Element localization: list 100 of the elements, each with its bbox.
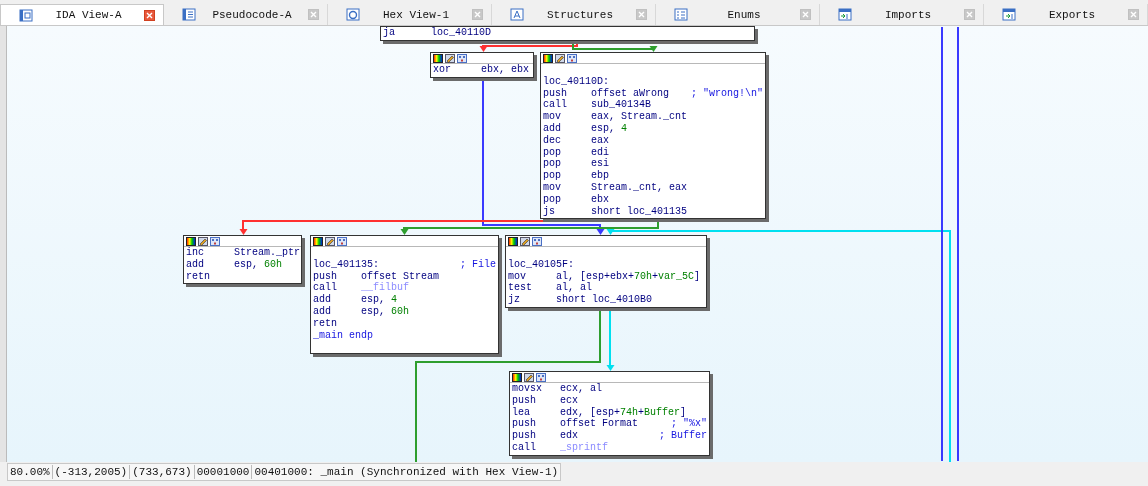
- pencil-icon[interactable]: [555, 54, 565, 63]
- instruction-mnemonic: js: [543, 205, 556, 218]
- instruction-operands: sub_40134B: [591, 99, 651, 112]
- close-icon: [801, 10, 810, 19]
- close-icon: [309, 10, 318, 19]
- list-icon: [674, 8, 688, 21]
- instruction-mnemonic: lea: [512, 406, 531, 418]
- code-block[interactable]: inc Stream._ptr add esp, 60h retn: [183, 235, 302, 285]
- graph-icon[interactable]: [532, 237, 542, 246]
- instruction-operands: ebx: [591, 193, 609, 206]
- graph-icon[interactable]: [536, 373, 546, 382]
- color-palette-icon[interactable]: [512, 373, 522, 382]
- code-block[interactable]: loc_401135: ; File push offset Stream call __filbuf add esp, 4 add esp, 60h retn _main endp: [310, 235, 499, 354]
- window-icon: [182, 8, 196, 21]
- instruction-mnemonic: movsx: [512, 383, 543, 395]
- instruction-mnemonic: pop: [543, 193, 562, 206]
- disc-icon: [346, 8, 360, 21]
- instruction-operands: esp, 4: [361, 294, 398, 306]
- instruction-mnemonic: xor: [433, 64, 452, 76]
- graph-icon[interactable]: [337, 237, 347, 246]
- instruction-mnemonic: push: [512, 430, 537, 442]
- close-button[interactable]: [144, 9, 155, 21]
- frame-icon: [510, 8, 524, 21]
- instruction-operands: al, [esp+ebx+70h+var_5C]: [556, 270, 701, 282]
- instruction-mnemonic: mov: [543, 181, 562, 194]
- instruction-mnemonic: add: [313, 294, 332, 306]
- instruction-operands: edx: [560, 430, 578, 442]
- graph-icon[interactable]: [567, 54, 577, 63]
- code-block[interactable]: movsx ecx, al push ecx lea edx, [esp+74h+Buffer] push offset Format ; "%x" push edx ; Buffer call _sprintf: [509, 371, 710, 456]
- instruction-operands: loc_40110D: [431, 27, 491, 39]
- instruction-mnemonic: retn: [313, 317, 338, 330]
- code-label: loc_40105F:: [508, 258, 574, 271]
- code-comment: ; "%x": [670, 418, 707, 430]
- pencil-icon[interactable]: [520, 237, 530, 246]
- color-palette-icon[interactable]: [433, 54, 443, 63]
- instruction-mnemonic: push: [512, 394, 537, 407]
- instruction-mnemonic: test: [508, 282, 533, 294]
- code-comment: ; File: [459, 258, 496, 271]
- instruction-mnemonic: dec: [543, 134, 562, 147]
- close-icon: [145, 10, 154, 20]
- instruction-operands: _sprintf: [560, 442, 608, 454]
- instruction-operands: esp, 60h: [234, 258, 283, 271]
- instruction-operands: offset aWrong: [591, 87, 669, 99]
- instruction-mnemonic: ja: [383, 27, 396, 39]
- window-icon: [19, 8, 33, 22]
- instruction-mnemonic: add: [313, 306, 332, 318]
- graph-icon[interactable]: [210, 237, 220, 246]
- table-icon: [1002, 8, 1016, 21]
- instruction-operands: __filbuf: [361, 282, 409, 295]
- instruction-operands: offset Format: [560, 418, 638, 430]
- instruction-mnemonic: add: [543, 123, 562, 135]
- instruction-operands: edi: [591, 146, 609, 158]
- code-label: _main endp: [313, 329, 373, 342]
- instruction-mnemonic: call: [313, 282, 338, 294]
- instruction-operands: short loc_4010B0: [556, 294, 652, 306]
- instruction-mnemonic: pop: [543, 146, 562, 159]
- graph-icon[interactable]: [457, 54, 467, 63]
- instruction-mnemonic: call: [543, 99, 568, 112]
- code-block[interactable]: loc_40105F: mov al, [esp+ebx+70h+var_5C] test al, al jz short loc_4010B0: [505, 235, 707, 308]
- pencil-icon[interactable]: [445, 54, 455, 63]
- code-comment: ; "wrong!\n": [690, 87, 763, 100]
- instruction-operands: ebp: [591, 170, 609, 182]
- instruction-operands: short loc_401135: [591, 205, 687, 218]
- code-label: loc_40110D:: [543, 75, 609, 88]
- instruction-mnemonic: add: [186, 258, 205, 271]
- instruction-mnemonic: retn: [186, 270, 211, 283]
- instruction-mnemonic: mov: [543, 111, 562, 123]
- instruction-operands: esi: [591, 158, 609, 170]
- code-block[interactable]: xor ebx, ebx: [430, 52, 534, 78]
- code-comment: ; Buffer: [658, 430, 707, 442]
- pencil-icon[interactable]: [325, 237, 335, 246]
- instruction-operands: ebx, ebx: [481, 64, 529, 76]
- instruction-mnemonic: push: [543, 87, 568, 99]
- instruction-operands: edx, [esp+74h+Buffer]: [560, 406, 687, 418]
- instruction-operands: Stream._ptr: [234, 247, 300, 259]
- pencil-icon[interactable]: [198, 237, 208, 246]
- instruction-operands: ecx: [560, 394, 578, 407]
- color-palette-icon[interactable]: [186, 237, 196, 246]
- close-icon: [1129, 10, 1138, 19]
- tab[interactable]: IDA View-A: [0, 4, 164, 25]
- instruction-operands: eax: [591, 134, 609, 147]
- instruction-operands: esp, 60h: [361, 306, 410, 318]
- color-palette-icon[interactable]: [313, 237, 323, 246]
- instruction-operands: offset Stream: [361, 270, 439, 282]
- instruction-mnemonic: inc: [186, 247, 205, 259]
- instruction-mnemonic: jz: [508, 294, 521, 306]
- pencil-icon[interactable]: [524, 373, 534, 382]
- color-palette-icon[interactable]: [543, 54, 553, 63]
- instruction-mnemonic: push: [512, 418, 537, 430]
- code-block[interactable]: loc_40110D: push offset aWrong ; "wrong!\n" call sub_40134B mov eax, Stream._cnt add esp, 4 dec eax pop edi pop esi pop ebp mov Stream._cnt, eax pop ebx js short loc_401135: [540, 52, 766, 220]
- color-palette-icon[interactable]: [508, 237, 518, 246]
- instruction-operands: al, al: [556, 282, 592, 294]
- instruction-mnemonic: pop: [543, 170, 562, 182]
- instruction-operands: eax, Stream._cnt: [591, 111, 687, 123]
- code-block[interactable]: ja loc_40110D: [380, 26, 755, 41]
- instruction-operands: ecx, al: [560, 383, 602, 395]
- instruction-mnemonic: pop: [543, 158, 562, 171]
- close-icon: [965, 10, 974, 19]
- close-icon: [473, 10, 482, 19]
- instruction-operands: Stream._cnt, eax: [591, 181, 687, 194]
